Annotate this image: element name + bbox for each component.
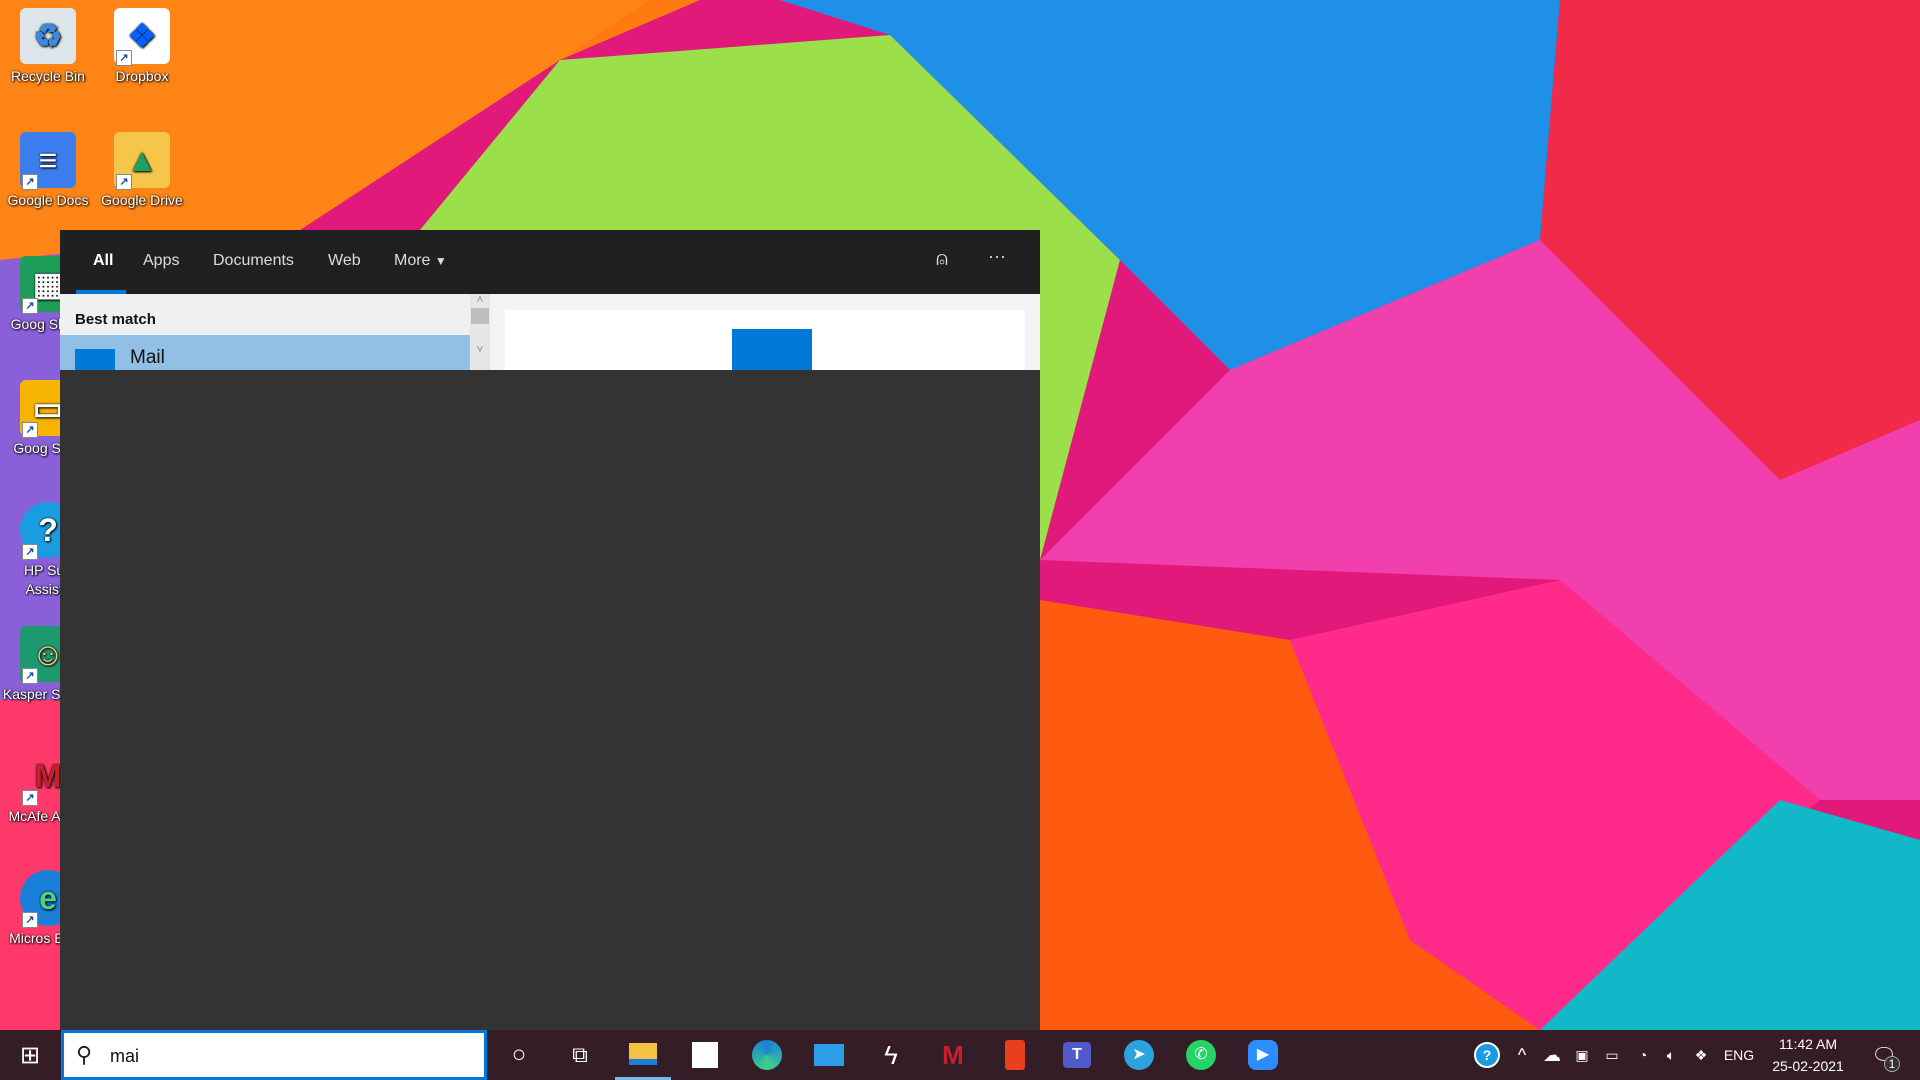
teams-icon[interactable]: T xyxy=(1049,1030,1105,1080)
start-button[interactable]: ⊞ xyxy=(2,1030,58,1080)
recycle-bin-icon: ♻ xyxy=(20,8,76,64)
preview-pane xyxy=(490,294,1040,370)
desktop-icon-dropbox[interactable]: ❖ ↗ Dropbox xyxy=(94,8,190,86)
desktop-icon-google-drive[interactable]: ▲ ↗ Google Drive xyxy=(94,132,190,210)
app-icon[interactable]: ϟ xyxy=(863,1030,919,1080)
tab-web[interactable]: Web xyxy=(328,252,361,270)
edge-icon[interactable] xyxy=(739,1030,795,1080)
telegram-icon[interactable]: ➤ xyxy=(1111,1030,1167,1080)
battery-icon[interactable]: ▭ xyxy=(1598,1030,1626,1080)
result-mail[interactable]: Mail xyxy=(60,335,470,370)
volume-icon[interactable]: 🔈︎ xyxy=(1658,1030,1684,1080)
microsoft-store-icon[interactable] xyxy=(677,1030,733,1080)
cortana-icon[interactable]: ○ xyxy=(491,1030,547,1080)
tab-more[interactable]: More ▼ xyxy=(394,252,447,270)
file-explorer-icon[interactable] xyxy=(615,1030,671,1080)
clock[interactable]: 11:42 AM 25-02-2021 xyxy=(1764,1030,1852,1080)
help-icon[interactable]: ? xyxy=(1472,1030,1502,1080)
search-panel: All Apps Documents Web More ▼ ⍝ ··· Best… xyxy=(60,230,1040,1030)
wifi-icon[interactable]: ◔ xyxy=(1630,1030,1656,1080)
dropbox-icon[interactable]: ❖ xyxy=(1688,1030,1714,1080)
desktop-icon-google-docs[interactable]: ≡ ↗ Google Docs xyxy=(0,132,96,210)
best-match-header: Best match xyxy=(75,311,156,328)
results-scrollbar[interactable]: ˄ ˅ xyxy=(470,294,490,370)
language-indicator[interactable]: ENG xyxy=(1720,1030,1758,1080)
zoom-icon[interactable]: ▶ xyxy=(1235,1030,1291,1080)
dropbox-icon: ❖ ↗ xyxy=(114,8,170,66)
chevron-up-icon[interactable]: ^ xyxy=(1510,1030,1534,1080)
notification-center-icon[interactable]: 🗨︎ 1 xyxy=(1866,1030,1902,1080)
taskbar-search-box[interactable]: ⚲ mai xyxy=(61,1030,487,1080)
search-icon: ⚲ xyxy=(76,1042,93,1067)
google-drive-icon: ▲ ↗ xyxy=(114,132,170,190)
more-options-icon[interactable]: ··· xyxy=(988,246,1006,267)
feedback-icon[interactable]: ⍝ xyxy=(936,248,948,271)
tab-all[interactable]: All xyxy=(93,252,113,270)
whatsapp-icon[interactable]: ✆ xyxy=(1173,1030,1229,1080)
office-icon[interactable] xyxy=(987,1030,1043,1080)
search-tabs-bar: All Apps Documents Web More ▼ ⍝ ··· xyxy=(60,230,1040,294)
caret-down-icon: ▼ xyxy=(434,254,447,268)
mail-icon[interactable] xyxy=(801,1030,857,1080)
desktop-icon-recycle-bin[interactable]: ♻ Recycle Bin xyxy=(0,8,96,86)
results-list: Best match Mail xyxy=(60,294,470,370)
tab-documents[interactable]: Documents xyxy=(213,252,294,270)
task-view-icon[interactable]: ⧉ xyxy=(552,1030,608,1080)
mcafee-icon[interactable]: M xyxy=(925,1030,981,1080)
mail-large-icon xyxy=(732,329,812,370)
onedrive-icon[interactable]: ☁ xyxy=(1538,1030,1566,1080)
tab-apps[interactable]: Apps xyxy=(143,252,179,270)
google-docs-icon: ≡ ↗ xyxy=(20,132,76,190)
taskbar: ⊞ ⚲ mai ○ ⧉ ϟ M T ➤ ✆ ▶ ? ^ ☁ ▣ ▭ ◔ 🔈︎ ❖… xyxy=(0,1030,1920,1080)
mail-icon xyxy=(75,349,115,370)
search-input[interactable]: mai xyxy=(110,1046,139,1067)
meet-now-icon[interactable]: ▣ xyxy=(1570,1030,1594,1080)
